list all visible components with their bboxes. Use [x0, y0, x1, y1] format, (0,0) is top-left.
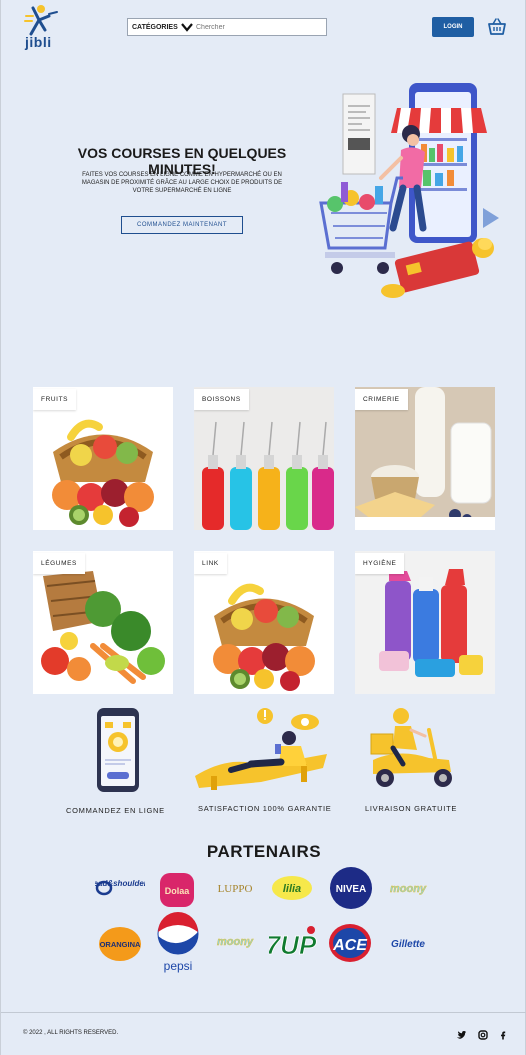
brand-logo[interactable]: Dolaa	[159, 872, 195, 908]
categories-dropdown[interactable]: CATÉGORIES	[128, 22, 196, 32]
copyright-text: © 2022 , ALL RIGHTS RESERVED.	[23, 1030, 119, 1036]
brand-logo[interactable]: ACE	[327, 922, 373, 964]
category-label: FRUITS	[33, 389, 77, 410]
brand-logo[interactable]: pepsi	[155, 912, 201, 974]
brand-name: LUPPO	[218, 883, 253, 895]
hero-description: FAITES VOS COURSES EN LIGNE COMME EN HYP…	[81, 172, 283, 194]
partners-title: PARTENAIRS	[206, 842, 322, 861]
brand-logo[interactable]: ORANGINA	[97, 924, 143, 964]
brand-logo[interactable]: NIVEA	[329, 866, 373, 910]
category-card-fruits[interactable]: FRUITS	[33, 387, 173, 530]
brand-logo[interactable]: LUPPO	[211, 878, 259, 898]
feature-label: COMMANDEZ EN LIGNE	[66, 806, 165, 815]
logo-text: jibli	[25, 34, 52, 50]
brand-logo[interactable]: head&shoulders	[95, 872, 145, 904]
category-label: CRIMERIE	[355, 389, 408, 410]
footer: © 2022 , ALL RIGHTS RESERVED.	[1, 1012, 526, 1055]
category-label: LINK	[194, 553, 227, 574]
brand-logo[interactable]: 7UP	[269, 920, 317, 964]
category-card-crimerie[interactable]: CRIMERIE	[355, 387, 495, 530]
header: jibli CATÉGORIES LOGIN	[1, 0, 526, 60]
brand-logo[interactable]: moony	[211, 930, 259, 952]
basket-icon[interactable]	[487, 17, 507, 37]
brand-name: ORANGINA	[100, 940, 141, 949]
hero-illustration	[301, 78, 511, 303]
categories-label: CATÉGORIES	[132, 23, 178, 31]
satisfaction-illustration	[191, 706, 331, 790]
login-button[interactable]: LOGIN	[432, 17, 474, 37]
search-input[interactable]	[196, 23, 316, 31]
order-online-illustration	[95, 706, 141, 794]
category-card-legumes[interactable]: LÉGUMES	[33, 551, 173, 694]
category-card-boissons[interactable]: BOISSONS	[194, 387, 334, 530]
category-card-link[interactable]: LINK	[194, 551, 334, 694]
category-label: LÉGUMES	[33, 553, 85, 574]
brand-name: head&shoulders	[95, 879, 145, 888]
brand-logo[interactable]: moony	[385, 878, 431, 898]
search-bar: CATÉGORIES	[127, 18, 327, 36]
brand-logo[interactable]: Gillette	[385, 932, 431, 954]
brand-name: ACE	[332, 937, 368, 954]
category-label: BOISSONS	[194, 389, 249, 410]
instagram-icon[interactable]	[478, 1030, 488, 1040]
order-now-button[interactable]: COMMANDEZ MAINTENANT	[121, 216, 243, 234]
twitter-icon[interactable]	[456, 1030, 466, 1040]
brand-name: NIVEA	[336, 884, 367, 895]
chevron-down-icon	[180, 23, 193, 32]
category-card-hygiene[interactable]: HYGIÈNE	[355, 551, 495, 694]
brand-logo[interactable]: lilia	[271, 874, 313, 902]
brand-name: Gillette	[391, 939, 425, 950]
brand-name: Dolaa	[165, 886, 191, 896]
category-label: HYGIÈNE	[355, 553, 405, 574]
delivery-illustration	[369, 708, 459, 792]
facebook-icon[interactable]	[498, 1030, 508, 1040]
brand-name: moony	[217, 936, 254, 948]
feature-label: SATISFACTION 100% GARANTIE	[198, 804, 332, 813]
brand-name: moony	[390, 883, 427, 895]
feature-label: LIVRAISON GRATUITE	[365, 804, 458, 813]
brand-name: pepsi	[164, 959, 193, 973]
brand-name: lilia	[283, 883, 301, 895]
brand-name: 7UP	[269, 930, 317, 960]
